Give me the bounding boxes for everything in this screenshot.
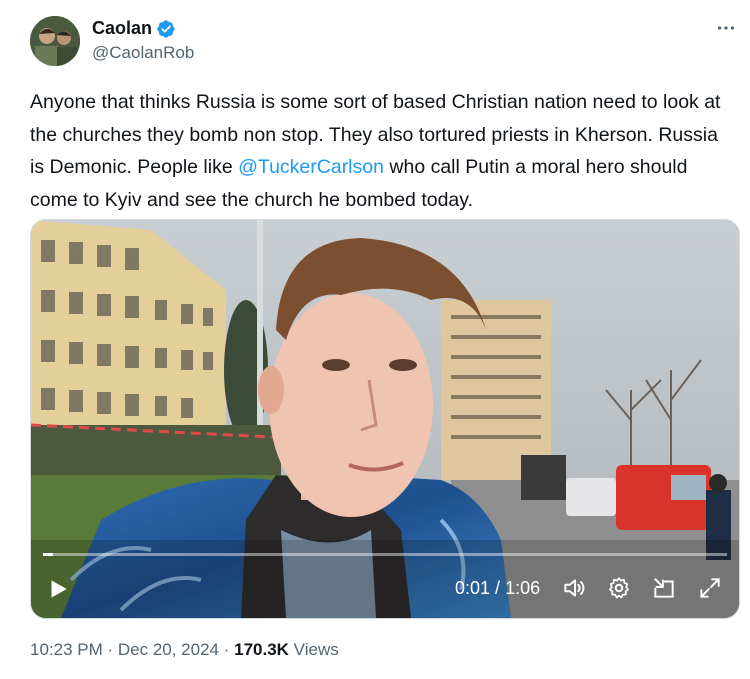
verified-badge-icon: [156, 19, 176, 39]
exit-pip-button[interactable]: [651, 575, 679, 603]
fullscreen-button[interactable]: [697, 575, 725, 603]
views-label: Views: [288, 640, 339, 659]
video-time: 0:01 / 1:06: [455, 578, 540, 599]
tweet-text: Anyone that thinks Russia is some sort o…: [30, 86, 735, 216]
tweet-date[interactable]: Dec 20, 2024: [118, 640, 219, 659]
more-options-button[interactable]: [712, 14, 740, 42]
exit-pip-icon: [654, 578, 674, 598]
video-player[interactable]: 0:01 / 1:06: [30, 219, 740, 619]
meta-separator: ·: [102, 640, 118, 659]
tweet-meta: 10:23 PM · Dec 20, 2024 · 170.3K Views: [30, 640, 339, 660]
video-progress-fill: [43, 553, 54, 556]
volume-button[interactable]: [561, 575, 589, 603]
play-button[interactable]: [45, 576, 73, 604]
settings-gear-icon: [609, 577, 629, 599]
tweet-time[interactable]: 10:23 PM: [30, 640, 103, 659]
play-icon: [51, 580, 67, 598]
duration: 1:06: [505, 578, 541, 598]
author-avatar[interactable]: [30, 16, 80, 66]
meta-separator: ·: [219, 640, 235, 659]
tweet-card: Caolan @CaolanRob Anyone that thinks Rus…: [0, 0, 750, 679]
more-horizontal-icon: [717, 26, 735, 30]
author-handle[interactable]: @CaolanRob: [92, 43, 194, 63]
time-separator: /: [490, 578, 506, 598]
video-frame: [31, 220, 739, 618]
video-controls: 0:01 / 1:06: [31, 570, 739, 610]
mention-link[interactable]: @TuckerCarlson: [238, 156, 384, 178]
author-name-row: Caolan: [92, 18, 176, 39]
author-name[interactable]: Caolan: [92, 18, 152, 39]
volume-icon: [564, 579, 585, 597]
avatar-photo: [30, 16, 80, 66]
current-time: 0:01: [455, 578, 491, 598]
views-count: 170.3K: [234, 640, 289, 659]
video-progress-bar[interactable]: [43, 553, 727, 556]
fullscreen-icon: [700, 578, 720, 598]
settings-button[interactable]: [606, 575, 634, 603]
